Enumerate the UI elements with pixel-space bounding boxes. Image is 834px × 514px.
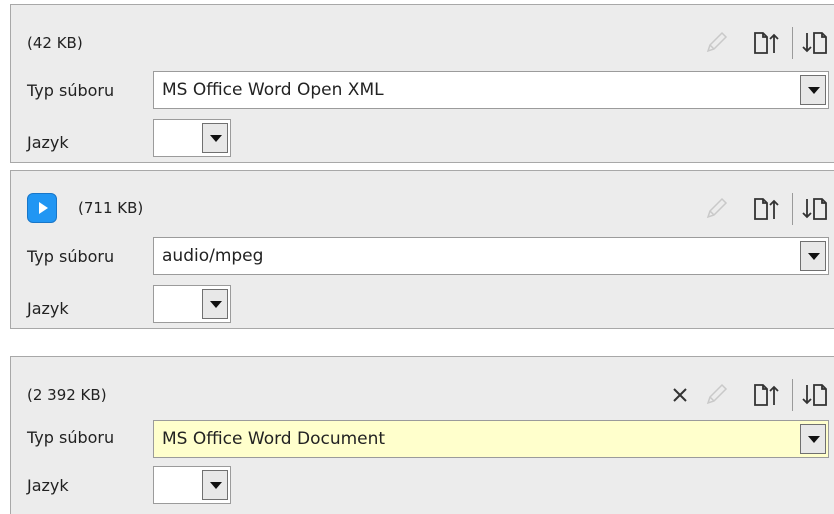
- language-label: Jazyk: [27, 133, 69, 152]
- file-type-select[interactable]: MS Office Word Document: [153, 420, 829, 458]
- dropdown-button[interactable]: [800, 75, 826, 105]
- file-type-select[interactable]: audio/mpeg: [153, 237, 829, 275]
- pencil-icon[interactable]: [701, 25, 731, 59]
- language-select[interactable]: [153, 285, 231, 323]
- toolbar-separator: [792, 379, 793, 411]
- file-type-value: audio/mpeg: [162, 246, 264, 266]
- attachment-panel: (42 KB) Typ súboru MS Office Word Open X…: [10, 4, 834, 163]
- attachment-panel: (2 392 KB) Typ súboru MS Office Word Doc…: [10, 356, 834, 514]
- file-download-icon[interactable]: [799, 191, 829, 225]
- file-download-icon[interactable]: [799, 25, 829, 59]
- triangle-down-icon: [210, 135, 222, 142]
- file-type-select[interactable]: MS Office Word Open XML: [153, 71, 829, 109]
- file-type-value: MS Office Word Open XML: [162, 80, 384, 100]
- close-icon[interactable]: [665, 377, 695, 411]
- file-download-icon[interactable]: [799, 377, 829, 411]
- pencil-icon[interactable]: [701, 191, 731, 225]
- dropdown-button[interactable]: [202, 470, 228, 500]
- language-select[interactable]: [153, 466, 231, 504]
- file-type-value: MS Office Word Document: [162, 429, 386, 449]
- play-button[interactable]: [27, 193, 57, 223]
- language-select[interactable]: [153, 119, 231, 157]
- file-upload-icon[interactable]: [749, 377, 779, 411]
- language-label: Jazyk: [27, 299, 69, 318]
- toolbar-separator: [792, 193, 793, 225]
- dropdown-button[interactable]: [202, 289, 228, 319]
- dropdown-button[interactable]: [202, 123, 228, 153]
- attachment-header: (42 KB): [11, 5, 834, 65]
- file-size: (711 KB): [78, 199, 144, 217]
- attachment-header: (711 KB): [11, 171, 834, 231]
- file-size: (2 392 KB): [27, 386, 107, 404]
- triangle-down-icon: [210, 301, 222, 308]
- file-type-label: Typ súboru: [27, 81, 115, 100]
- file-upload-icon[interactable]: [749, 191, 779, 225]
- file-upload-icon[interactable]: [749, 25, 779, 59]
- pencil-icon[interactable]: [701, 377, 731, 411]
- triangle-down-icon: [808, 436, 820, 443]
- toolbar-separator: [792, 27, 793, 59]
- file-type-label: Typ súboru: [27, 428, 115, 447]
- language-label: Jazyk: [27, 476, 69, 495]
- dropdown-button[interactable]: [800, 241, 826, 271]
- play-icon: [39, 202, 48, 214]
- attachment-header: (2 392 KB): [11, 357, 834, 417]
- attachment-panel: (711 KB) Typ súboru audio/mpeg Jazyk: [10, 170, 834, 329]
- triangle-down-icon: [808, 253, 820, 260]
- dropdown-button[interactable]: [800, 424, 826, 454]
- file-type-label: Typ súboru: [27, 247, 115, 266]
- file-size: (42 KB): [27, 34, 83, 52]
- triangle-down-icon: [210, 482, 222, 489]
- triangle-down-icon: [808, 87, 820, 94]
